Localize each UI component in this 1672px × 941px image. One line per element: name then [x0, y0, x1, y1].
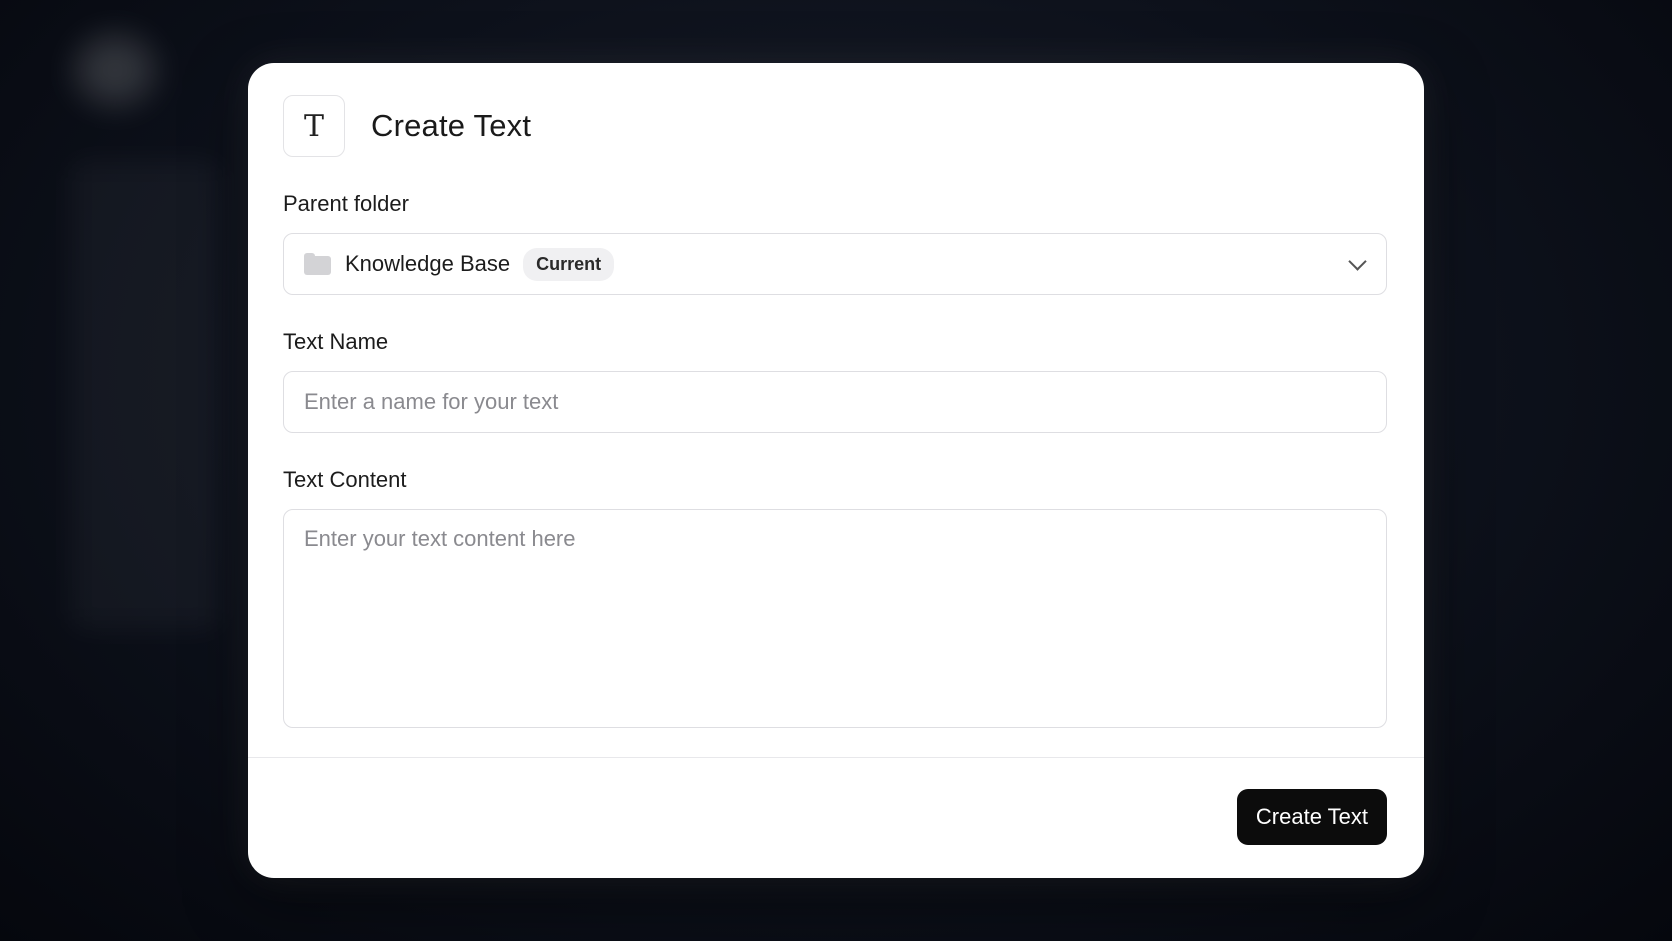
current-badge: Current — [523, 247, 615, 281]
create-text-dialog: T Create Text Parent folder Knowledge Ba… — [248, 63, 1424, 878]
parent-folder-value: Knowledge Base — [345, 251, 511, 276]
dialog-title: Create Text — [371, 108, 532, 143]
folder-icon — [304, 253, 331, 275]
text-content-textarea[interactable] — [283, 509, 1387, 728]
parent-folder-select[interactable]: Knowledge Base Current — [283, 233, 1387, 295]
text-content-label: Text Content — [283, 467, 407, 492]
text-name-input[interactable] — [283, 371, 1387, 433]
text-type-icon: T — [283, 95, 345, 157]
backdrop-avatar-blur — [75, 35, 155, 105]
backdrop-sidebar-blur — [70, 160, 220, 630]
footer-divider — [248, 757, 1424, 758]
chevron-down-icon[interactable] — [1348, 252, 1367, 271]
text-name-label: Text Name — [283, 329, 389, 354]
dialog-header: T Create Text — [283, 95, 531, 157]
parent-folder-label: Parent folder — [283, 191, 409, 216]
create-text-button[interactable]: Create Text — [1236, 789, 1387, 845]
text-type-icon-glyph: T — [303, 108, 324, 144]
